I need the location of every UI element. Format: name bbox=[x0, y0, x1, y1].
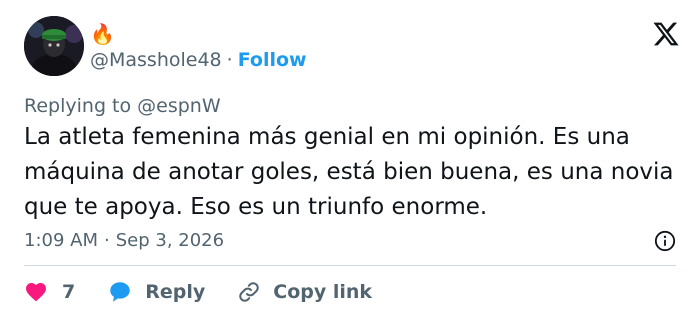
copy-link-button[interactable]: Copy link bbox=[237, 280, 372, 304]
reply-button[interactable]: Reply bbox=[107, 279, 205, 305]
timestamp-separator: · bbox=[104, 230, 110, 251]
link-icon bbox=[239, 282, 259, 302]
tweet-text: La atleta femenina más genial en mi opin… bbox=[24, 124, 674, 220]
display-name[interactable]: 🔥 bbox=[90, 22, 115, 46]
follow-button[interactable]: Follow bbox=[238, 49, 307, 71]
author-handle[interactable]: @Masshole48 bbox=[90, 49, 222, 71]
author-handle-row: @Masshole48 · Follow bbox=[90, 48, 307, 72]
copy-link-label: Copy link bbox=[273, 281, 373, 303]
timestamp-row[interactable]: 1:09 AM · Sep 3, 2026 bbox=[24, 228, 224, 254]
avatar-image bbox=[24, 16, 84, 76]
info-icon[interactable] bbox=[654, 230, 676, 252]
x-logo-icon[interactable] bbox=[652, 20, 680, 48]
divider bbox=[24, 265, 676, 266]
separator-dot: · bbox=[226, 49, 233, 71]
reply-label: Reply bbox=[145, 281, 206, 303]
tweet-time: 1:09 AM bbox=[24, 230, 98, 251]
replying-to[interactable]: Replying to @espnW bbox=[24, 93, 221, 119]
reply-bubble-icon bbox=[110, 282, 130, 302]
avatar[interactable] bbox=[24, 16, 84, 76]
heart-icon bbox=[26, 283, 46, 302]
like-count: 7 bbox=[62, 281, 76, 303]
action-bar: 7 Reply Copy link bbox=[24, 276, 372, 308]
tweet-date: Sep 3, 2026 bbox=[115, 230, 225, 251]
like-button[interactable]: 7 bbox=[24, 280, 75, 304]
